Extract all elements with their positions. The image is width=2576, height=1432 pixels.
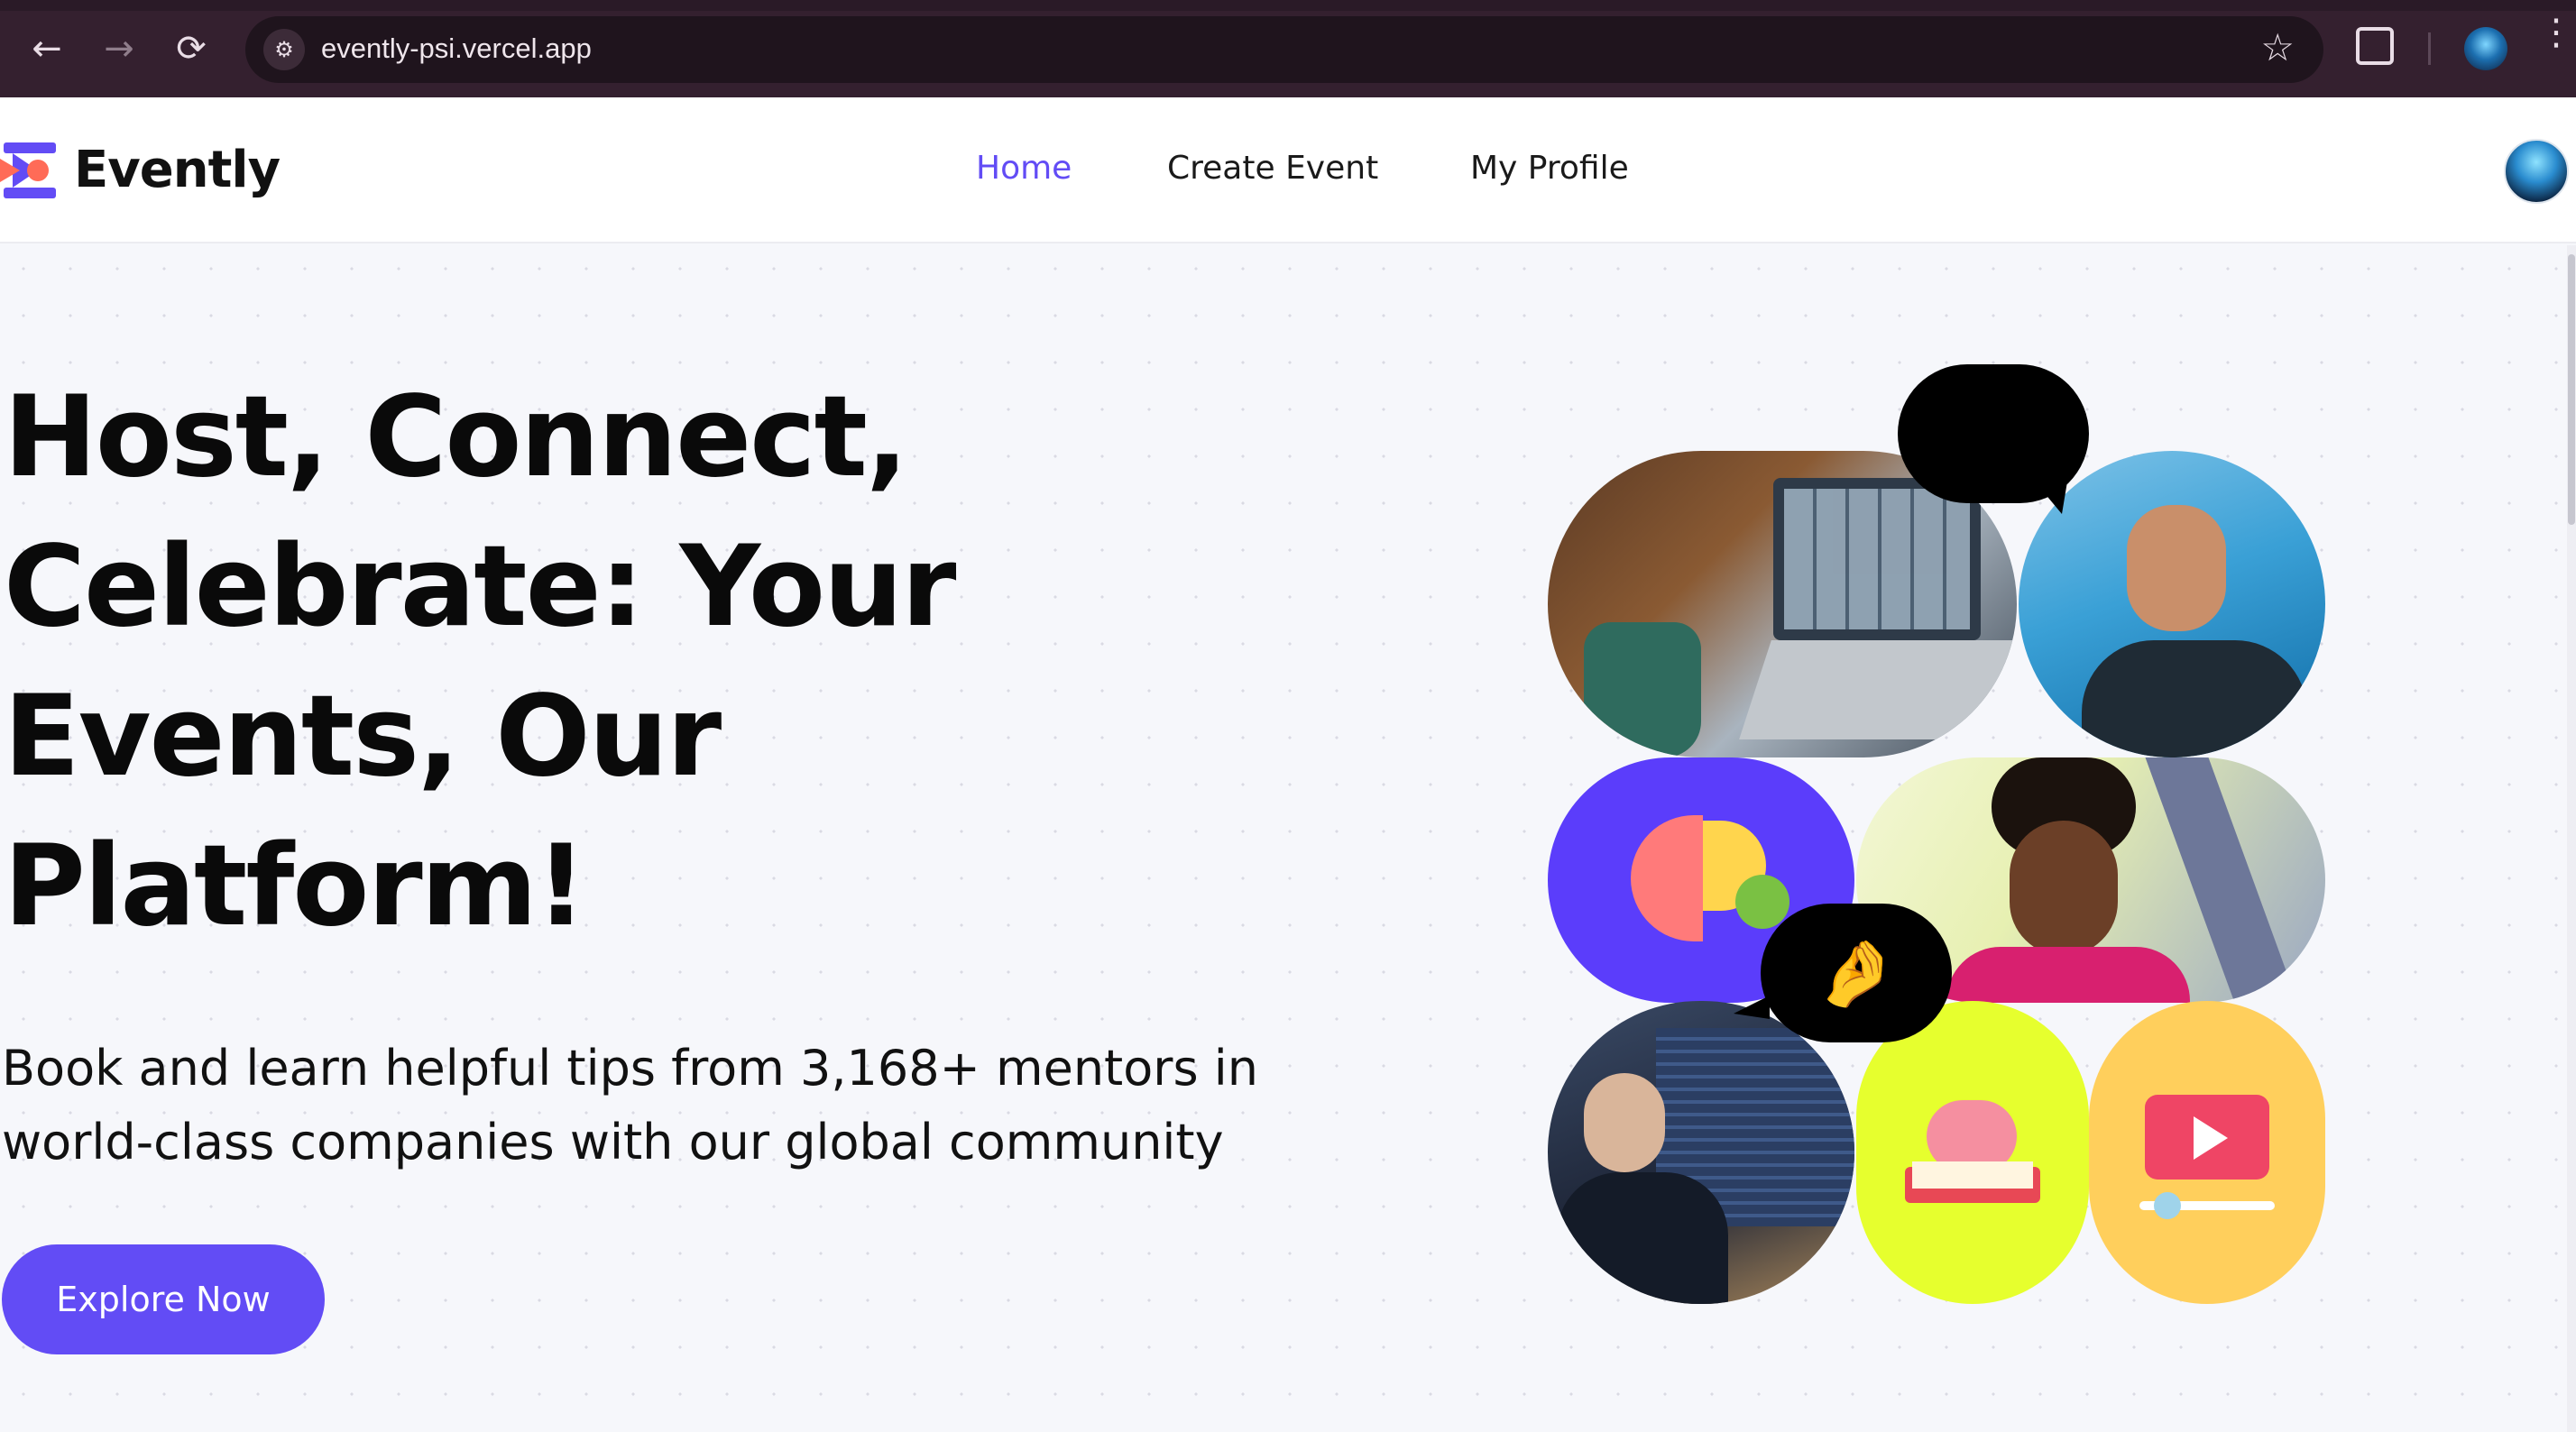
browser-menu-icon[interactable]: ⋮ — [2538, 14, 2574, 50]
extensions-icon[interactable] — [2356, 27, 2394, 65]
hero-subtitle: Book and learn helpful tips from 3,168+ … — [2, 1032, 1283, 1180]
site-header: Evently Home Create Event My Profile — [0, 97, 2576, 243]
bookmark-star-icon[interactable]: ☆ — [2260, 25, 2295, 69]
browser-toolbar: ← → ⟳ ⚙ evently-psi.vercel.app ☆ ⋮ — [0, 0, 2576, 97]
address-bar[interactable]: ⚙ evently-psi.vercel.app ☆ — [245, 16, 2323, 83]
toolbar-divider — [2428, 32, 2431, 65]
video-player-illustration — [2089, 1001, 2325, 1304]
pinched-fingers-emoji-icon: 🤌 — [1816, 934, 1897, 1011]
nav-my-profile[interactable]: My Profile — [1470, 150, 1629, 187]
hero-title-line: Events, Our — [4, 672, 722, 802]
evently-logo-icon[interactable] — [0, 141, 60, 200]
nav-home[interactable]: Home — [976, 150, 1072, 187]
browser-profile-avatar[interactable] — [2464, 27, 2507, 70]
hero-title-line: Host, Connect, — [4, 372, 908, 502]
hero-subtitle-line: Book and learn helpful tips from 3,168+ … — [2, 1040, 1258, 1097]
forward-icon[interactable]: → — [97, 27, 141, 70]
nav-create-event[interactable]: Create Event — [1167, 150, 1378, 187]
hand-gesture-speech-bubble: 🤌 — [1761, 904, 1952, 1042]
hero-title-line: Platform! — [4, 822, 586, 951]
book-brain-illustration — [1856, 1001, 2089, 1304]
logo-text[interactable]: Evently — [74, 141, 281, 199]
scrollbar-thumb[interactable] — [2568, 254, 2575, 525]
reload-icon[interactable]: ⟳ — [170, 27, 213, 70]
user-avatar[interactable] — [2504, 139, 2569, 204]
url-text[interactable]: evently-psi.vercel.app — [321, 32, 592, 65]
tab-strip — [0, 0, 2576, 11]
hero-title: Host, Connect, Celebrate: Your Events, O… — [4, 363, 1086, 961]
hero-title-line: Celebrate: Your — [4, 522, 956, 652]
explore-now-button[interactable]: Explore Now — [2, 1244, 325, 1354]
hero-collage: 😍 🤌 — [1548, 364, 2329, 1304]
bubble-tail — [1734, 996, 1770, 1019]
hero-subtitle-line: world-class companies with our global co… — [2, 1114, 1224, 1170]
heart-eyes-emoji-icon: 😍 — [1959, 396, 2028, 472]
bubble-tail — [2035, 482, 2067, 514]
back-icon[interactable]: ← — [25, 27, 69, 70]
presenter-photo — [1548, 1001, 1854, 1304]
site-info-icon[interactable]: ⚙ — [263, 29, 305, 70]
